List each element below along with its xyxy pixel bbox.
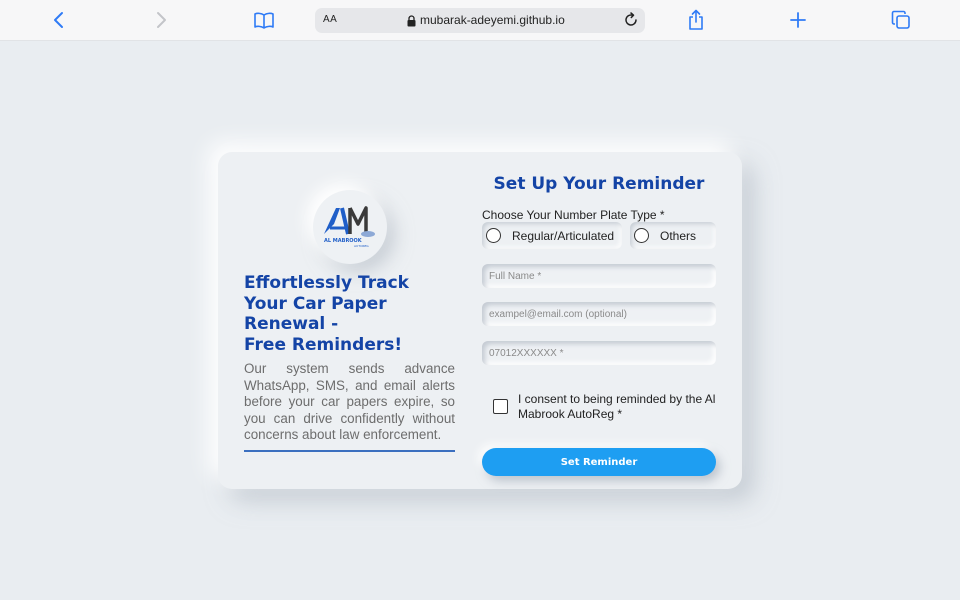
email-field <box>482 302 716 326</box>
form-title: Set Up Your Reminder <box>493 174 705 194</box>
plate-type-label: Choose Your Number Plate Type * <box>482 208 665 222</box>
radio-others[interactable]: Others <box>630 222 716 249</box>
headline: Effortlessly Track Your Car Paper Renewa… <box>244 273 459 355</box>
radio-regular-articulated[interactable]: Regular/Articulated <box>482 222 622 249</box>
headline-line: Free Reminders! <box>244 334 403 355</box>
reload-icon[interactable] <box>623 12 639 33</box>
set-reminder-button[interactable]: Set Reminder <box>482 448 716 476</box>
full-name-input[interactable] <box>482 264 716 288</box>
headline-line: Effortlessly Track <box>244 273 409 293</box>
phone-field <box>482 341 716 365</box>
description-text: Our system sends advance WhatsApp, SMS, … <box>244 361 455 443</box>
full-name-field <box>482 264 716 288</box>
bookmarks-icon[interactable] <box>251 8 277 32</box>
lock-icon <box>407 14 416 32</box>
email-input[interactable] <box>482 302 716 326</box>
tabs-icon[interactable] <box>888 8 914 32</box>
radio-circle[interactable] <box>486 228 501 243</box>
forward-icon[interactable] <box>148 8 174 32</box>
back-icon[interactable] <box>46 8 72 32</box>
share-icon[interactable] <box>683 8 709 32</box>
browser-toolbar: AA mubarak-adeyemi.github.io <box>0 0 960 41</box>
headline-line: Renewal - <box>244 314 339 334</box>
radio-label: Regular/Articulated <box>512 228 615 243</box>
radio-circle[interactable] <box>634 228 649 243</box>
brand-logo: AL MABROOK AUTOREG <box>313 190 387 264</box>
svg-text:AUTOREG: AUTOREG <box>354 244 369 248</box>
address-bar[interactable]: AA mubarak-adeyemi.github.io <box>315 8 645 33</box>
reader-aa-button[interactable]: AA <box>323 14 337 25</box>
headline-line: Your Car Paper <box>244 293 387 314</box>
logo-mark-icon: AL MABROOK AUTOREG <box>324 206 375 248</box>
url-text: mubarak-adeyemi.github.io <box>420 13 565 27</box>
consent-label: I consent to being reminded by the Al Ma… <box>518 392 716 421</box>
new-tab-icon[interactable] <box>785 8 811 32</box>
radio-label: Others <box>660 228 697 243</box>
phone-input[interactable] <box>482 341 716 365</box>
consent-checkbox[interactable] <box>493 399 508 414</box>
divider <box>244 450 455 452</box>
